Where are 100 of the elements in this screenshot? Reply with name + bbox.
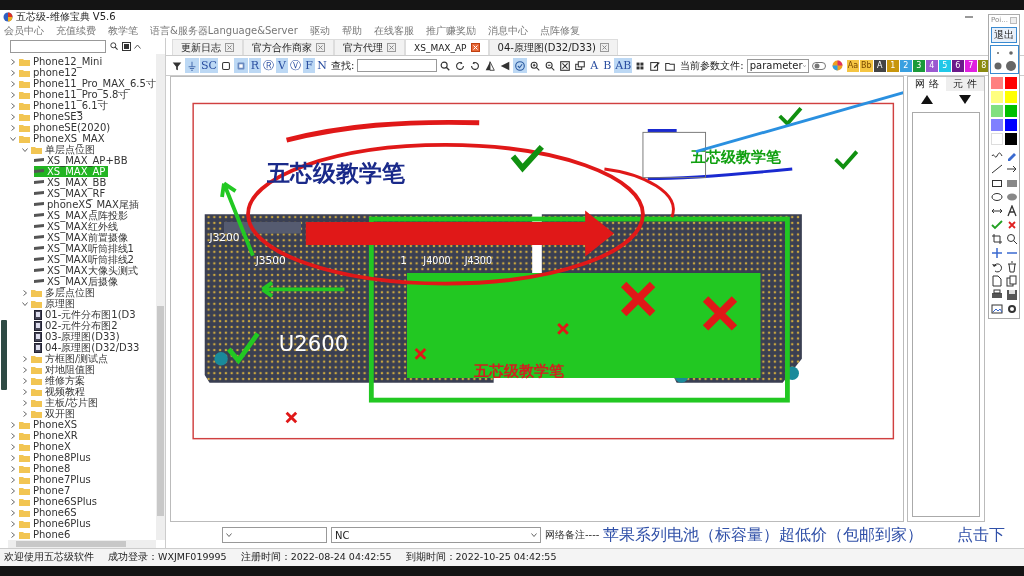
tool-button[interactable]: B <box>601 58 614 73</box>
scrollbar[interactable] <box>8 540 156 548</box>
menu-item[interactable]: 在线客服 <box>373 25 414 37</box>
tool-button[interactable] <box>558 58 573 73</box>
tree-item[interactable]: XS_MAX后摄像 <box>34 276 121 287</box>
brush-size-icon[interactable] <box>1004 60 1017 72</box>
color-swatch[interactable] <box>991 77 1003 89</box>
tree-item[interactable]: 对地阻值图 <box>22 364 98 375</box>
tree-item[interactable]: XS_MAX_BB <box>34 177 110 188</box>
chevron-icon[interactable] <box>10 432 16 439</box>
color-swatch[interactable]: Aa <box>846 59 860 72</box>
color-swatch[interactable]: 6 <box>951 59 964 72</box>
tree-item[interactable]: PhoneSE3 <box>10 111 86 122</box>
menu-item[interactable]: 充值续费 <box>56 25 96 37</box>
chevron-icon[interactable] <box>10 531 16 538</box>
crop-icon[interactable] <box>990 233 1003 245</box>
chevron-icon[interactable] <box>10 487 16 494</box>
chevron-icon[interactable] <box>22 366 28 373</box>
tree-item[interactable]: 主板/芯片图 <box>22 397 102 408</box>
up-arrow-icon[interactable] <box>921 95 933 104</box>
minimize-icon[interactable] <box>965 13 973 21</box>
zoom-icon[interactable] <box>1005 233 1018 245</box>
trash-icon[interactable] <box>1005 261 1018 273</box>
arrow-icon[interactable] <box>1005 163 1018 175</box>
text-icon[interactable] <box>1005 205 1018 217</box>
chevron-icon[interactable] <box>10 80 16 87</box>
caret-icon[interactable] <box>134 43 141 49</box>
chevron-icon[interactable] <box>22 146 28 153</box>
tree-item[interactable]: Phone8Plus <box>10 452 94 463</box>
tool-button[interactable]: R <box>248 58 261 73</box>
tool-button[interactable] <box>483 58 498 73</box>
tool-button[interactable]: N <box>315 58 328 73</box>
tree-item[interactable]: Phone11_Pro_MAX_6.5寸 <box>10 78 156 89</box>
tool-button[interactable]: Ⓡ <box>261 58 275 73</box>
chevron-icon[interactable] <box>22 410 28 417</box>
tool-button[interactable]: AB <box>614 58 633 73</box>
net-select[interactable] <box>222 527 327 543</box>
search-field[interactable] <box>10 39 106 53</box>
color-swatch[interactable] <box>1005 105 1017 117</box>
tree-item[interactable]: 方框图/测试点 <box>22 353 112 364</box>
tree-item[interactable]: Phone6S <box>10 507 80 518</box>
menu-item[interactable]: 点阵修复 <box>539 25 580 37</box>
color-swatch[interactable] <box>991 133 1003 145</box>
ad-link[interactable]: 点击下 <box>957 524 1006 546</box>
tool-button[interactable] <box>573 58 588 73</box>
tree-item[interactable]: 维修方案 <box>22 375 88 386</box>
chevron-icon[interactable] <box>22 388 28 395</box>
chevron-icon[interactable] <box>10 520 16 527</box>
menu-item[interactable]: 语言&服务器Language&Server <box>150 25 298 37</box>
tree-item[interactable]: 多层点位图 <box>22 287 98 298</box>
settings-icon[interactable] <box>1005 303 1018 315</box>
scrollbar[interactable] <box>156 54 165 540</box>
color-swatch[interactable]: Bb <box>860 59 873 72</box>
menu-item[interactable]: 消息中心 <box>487 25 528 37</box>
cross-icon[interactable] <box>1005 219 1018 231</box>
color-swatch[interactable]: 3 <box>912 59 925 72</box>
chevron-icon[interactable] <box>22 399 28 406</box>
move-icon[interactable] <box>990 247 1003 259</box>
chevron-icon[interactable] <box>10 421 16 428</box>
color-swatch[interactable] <box>1005 119 1017 131</box>
tree-item[interactable]: 视频教程 <box>22 386 88 397</box>
chevron-icon[interactable] <box>10 454 16 461</box>
tab[interactable]: XS_MAX_AP <box>405 39 489 55</box>
chevron-icon[interactable] <box>10 58 16 65</box>
color-swatch[interactable] <box>991 91 1003 103</box>
search-icon[interactable] <box>109 41 119 51</box>
color-swatch[interactable] <box>1005 91 1017 103</box>
color-swatch[interactable]: 7 <box>964 59 977 72</box>
tree-item[interactable]: Phone12_Mini <box>10 56 106 67</box>
parameter-select[interactable]: parameter <box>746 58 809 73</box>
tree-item[interactable]: Phone7 <box>10 485 74 496</box>
chevron-icon[interactable] <box>22 289 28 296</box>
chevron-icon[interactable] <box>22 377 28 384</box>
tool-button[interactable]: V <box>275 58 288 73</box>
tree-item[interactable]: XS_MAX红外线 <box>34 221 121 232</box>
tree-item[interactable]: phoneXS_MAX尾插 <box>34 199 142 210</box>
tree-item[interactable]: Phone11_6.1寸 <box>10 100 111 111</box>
menu-item[interactable]: 教学笔 <box>108 25 138 37</box>
chevron-icon[interactable] <box>10 476 16 483</box>
down-arrow-icon[interactable] <box>959 95 971 104</box>
menu-item[interactable]: 推广赚奖励 <box>425 25 476 37</box>
toggle-icon[interactable] <box>811 60 826 71</box>
copy-icon[interactable] <box>1005 275 1018 287</box>
tree-item[interactable]: Phone6 <box>10 529 74 540</box>
image-icon[interactable] <box>990 303 1003 315</box>
chevron-icon[interactable] <box>10 124 16 131</box>
tab[interactable]: 元 件 <box>946 77 984 91</box>
menu-item[interactable]: 会员中心 <box>4 25 44 37</box>
undo-icon[interactable] <box>990 261 1003 273</box>
tool-button[interactable]: A <box>588 58 601 73</box>
chevron-icon[interactable] <box>22 300 28 307</box>
tree-item[interactable]: Phone6Plus <box>10 518 94 529</box>
chevron-icon[interactable] <box>10 91 16 98</box>
tree-item[interactable]: phone12 <box>10 67 81 78</box>
check-icon[interactable] <box>990 219 1003 231</box>
menu-item[interactable]: 驱动 <box>309 25 330 37</box>
tool-button[interactable]: F <box>302 58 315 73</box>
tree-item[interactable]: Phone7Plus <box>10 474 94 485</box>
tool-button[interactable] <box>513 58 528 73</box>
tree-item[interactable]: 单层点位图 <box>22 144 98 155</box>
